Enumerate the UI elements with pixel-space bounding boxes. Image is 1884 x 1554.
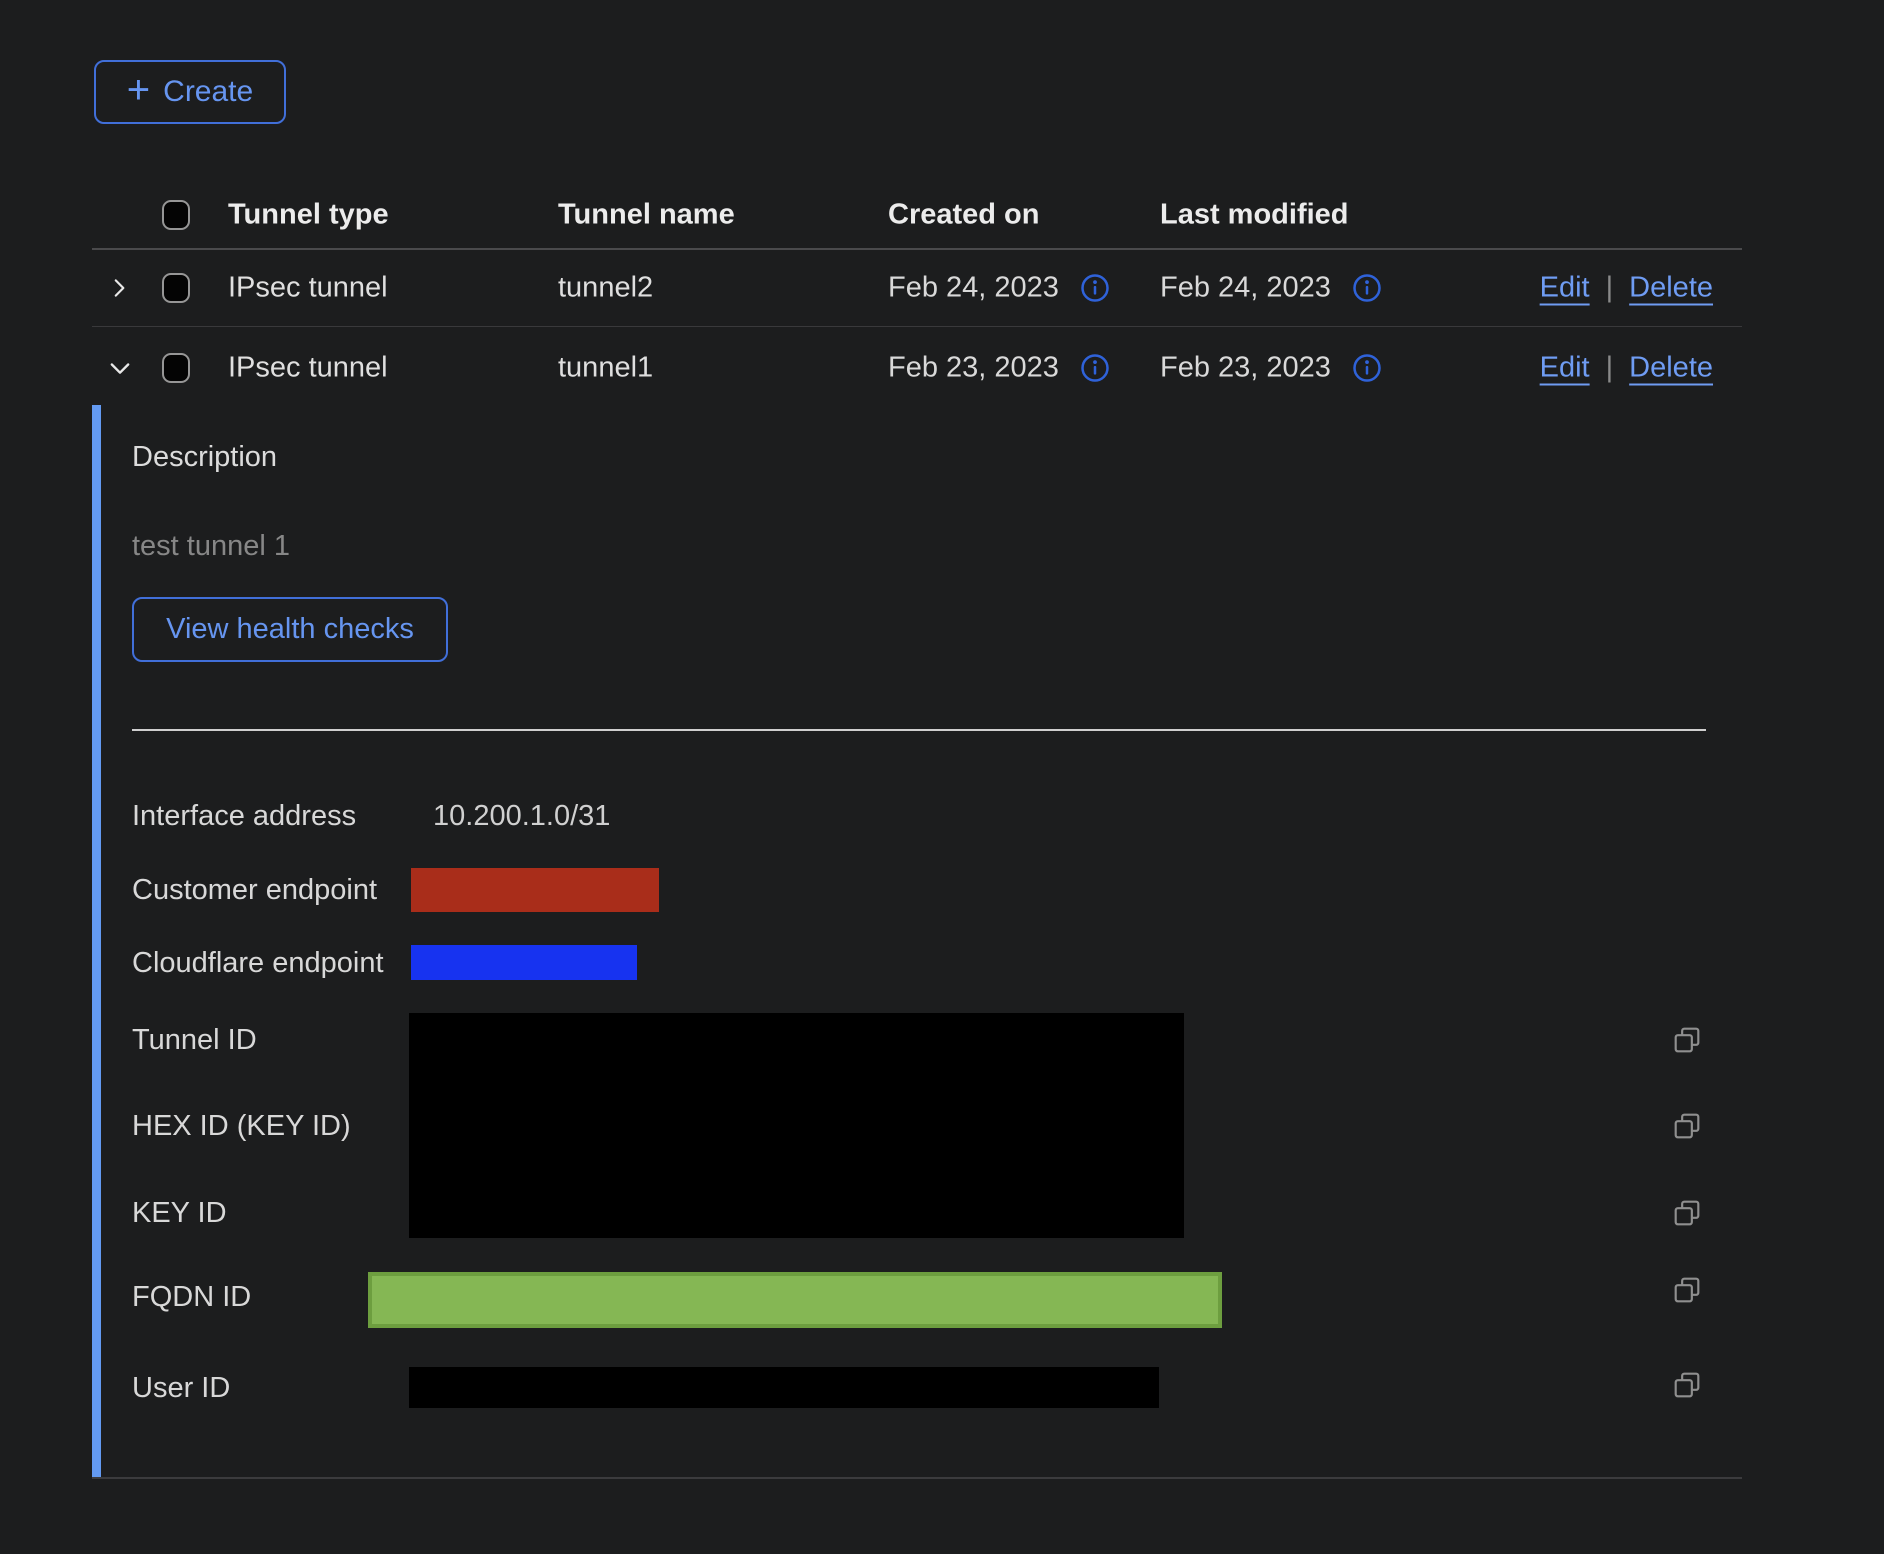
edit-link[interactable]: Edit — [1540, 351, 1590, 384]
tunnel-id-label: Tunnel ID — [132, 1023, 257, 1057]
tunnel-details-panel: Description test tunnel 1 View health ch… — [92, 405, 1742, 1478]
edit-link[interactable]: Edit — [1540, 272, 1590, 305]
tunnel-type: IPsec tunnel — [228, 272, 388, 305]
actions-separator: | — [1606, 351, 1614, 384]
tunnel-name: tunnel2 — [558, 272, 653, 305]
customer-endpoint-label: Customer endpoint — [132, 873, 377, 907]
view-health-checks-label: View health checks — [166, 613, 414, 646]
hex-id-label: HEX ID (KEY ID) — [132, 1109, 351, 1143]
cloudflare-endpoint-redacted-value — [411, 945, 637, 980]
description-value: test tunnel 1 — [132, 530, 290, 563]
user-id-label: User ID — [132, 1371, 230, 1405]
interface-address-label: Interface address — [132, 799, 356, 833]
table-header-row: Tunnel type Tunnel name Created on Last … — [92, 182, 1742, 250]
ids-redacted-value — [409, 1013, 1184, 1238]
customer-endpoint-redacted-value — [411, 868, 659, 912]
chevron-down-icon[interactable] — [106, 354, 140, 382]
tunnels-table: Tunnel type Tunnel name Created on Last … — [92, 182, 1742, 408]
header-created-on: Created on — [888, 199, 1039, 232]
created-on-value: Feb 24, 2023 — [888, 272, 1059, 305]
interface-address-value: 10.200.1.0/31 — [433, 799, 610, 833]
info-icon[interactable] — [1352, 353, 1382, 383]
user-id-redacted-value — [409, 1367, 1159, 1408]
tunnels-page: + Create Tunnel type Tunnel name Created… — [0, 0, 1884, 1554]
header-tunnel-name: Tunnel name — [558, 199, 735, 232]
tunnel-type: IPsec tunnel — [228, 351, 388, 384]
chevron-right-icon[interactable] — [106, 275, 140, 301]
fqdn-id-redacted-value — [368, 1272, 1222, 1328]
actions-separator: | — [1606, 272, 1614, 305]
select-all-checkbox[interactable] — [162, 200, 190, 230]
cloudflare-endpoint-label: Cloudflare endpoint — [132, 946, 384, 980]
header-tunnel-type: Tunnel type — [228, 199, 389, 232]
table-row: IPsec tunnel tunnel1 Feb 23, 2023 Feb 23… — [92, 327, 1742, 408]
last-modified-value: Feb 24, 2023 — [1160, 272, 1331, 305]
copy-icon[interactable] — [1673, 1112, 1701, 1140]
row-checkbox[interactable] — [162, 273, 190, 303]
info-icon[interactable] — [1352, 273, 1382, 303]
delete-link[interactable]: Delete — [1629, 272, 1713, 305]
copy-icon[interactable] — [1673, 1026, 1701, 1054]
copy-icon[interactable] — [1673, 1199, 1701, 1227]
view-health-checks-button[interactable]: View health checks — [132, 597, 448, 662]
fqdn-id-label: FQDN ID — [132, 1280, 251, 1314]
plus-icon: + — [127, 70, 150, 110]
created-on-value: Feb 23, 2023 — [888, 351, 1059, 384]
copy-icon[interactable] — [1673, 1371, 1701, 1399]
row-checkbox[interactable] — [162, 353, 190, 383]
info-icon[interactable] — [1080, 273, 1110, 303]
tunnel-name: tunnel1 — [558, 351, 653, 384]
last-modified-value: Feb 23, 2023 — [1160, 351, 1331, 384]
description-label: Description — [132, 441, 277, 474]
copy-icon[interactable] — [1673, 1276, 1701, 1304]
details-divider — [132, 729, 1706, 731]
delete-link[interactable]: Delete — [1629, 351, 1713, 384]
table-row: IPsec tunnel tunnel2 Feb 24, 2023 Feb 24… — [92, 250, 1742, 327]
table-bottom-border — [92, 1477, 1742, 1479]
create-button[interactable]: + Create — [94, 60, 286, 124]
create-button-label: Create — [163, 75, 253, 109]
key-id-label: KEY ID — [132, 1196, 227, 1230]
header-last-modified: Last modified — [1160, 199, 1349, 232]
info-icon[interactable] — [1080, 353, 1110, 383]
